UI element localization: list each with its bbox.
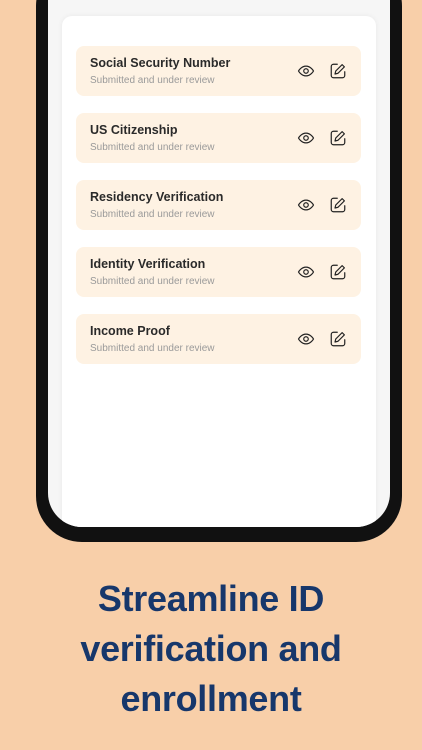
eye-icon[interactable] [296,329,316,349]
document-status: Submitted and under review [90,75,215,86]
phone-screen: Social Security Number Submitted and und… [48,0,390,527]
documents-panel: Social Security Number Submitted and und… [62,16,376,527]
edit-icon[interactable] [328,195,348,215]
eye-icon[interactable] [296,262,316,282]
document-item-identity-verification[interactable]: Identity Verification Submitted and unde… [76,247,361,297]
document-title: Identity Verification [90,257,206,271]
edit-icon[interactable] [328,329,348,349]
document-status: Submitted and under review [90,142,215,153]
document-title: Income Proof [90,324,170,338]
promo-headline: Streamline ID verification and enrollmen… [0,574,422,724]
document-status: Submitted and under review [90,343,215,354]
document-status: Submitted and under review [90,276,215,287]
eye-icon[interactable] [296,195,316,215]
document-title: US Citizenship [90,123,178,137]
headline-line-1: Streamline ID [97,578,325,619]
document-status: Submitted and under review [90,209,215,220]
eye-icon[interactable] [296,61,316,81]
headline-line-3: enrollment [120,678,302,719]
document-item-income-proof[interactable]: Income Proof Submitted and under review [76,314,361,364]
edit-icon[interactable] [328,262,348,282]
document-item-residency-verification[interactable]: Residency Verification Submitted and und… [76,180,361,230]
edit-icon[interactable] [328,61,348,81]
document-title: Residency Verification [90,190,224,204]
document-item-social-security[interactable]: Social Security Number Submitted and und… [76,46,361,96]
edit-icon[interactable] [328,128,348,148]
headline-line-2: verification and [80,628,342,669]
document-item-us-citizenship[interactable]: US Citizenship Submitted and under revie… [76,113,361,163]
document-title: Social Security Number [90,56,231,70]
eye-icon[interactable] [296,128,316,148]
